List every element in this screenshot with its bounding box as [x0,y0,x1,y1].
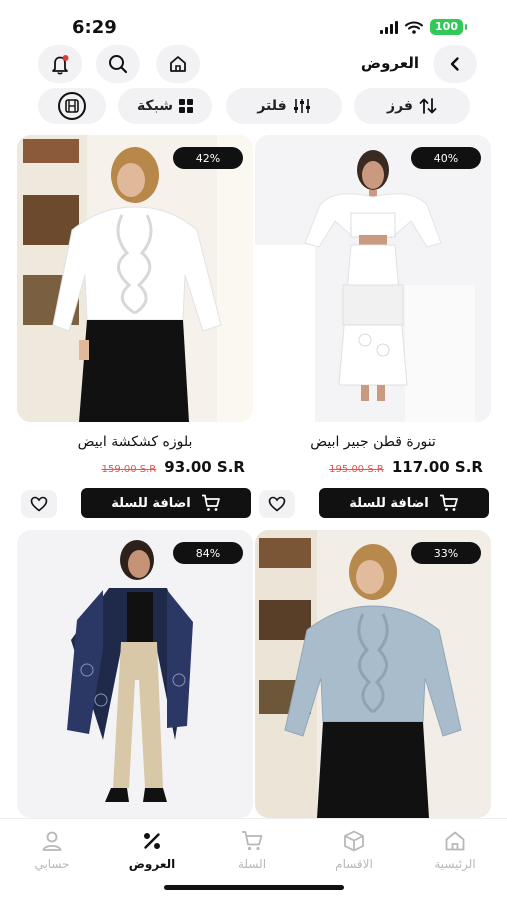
grid-icon [179,99,194,113]
product-photo-skirt [255,135,491,422]
discount-badge: 84% [173,542,243,564]
home-icon [170,56,186,72]
wifi-icon [405,21,424,34]
heart-icon [30,496,48,512]
home-button[interactable] [156,45,200,83]
filter-row: شبكة فلتر فرز [0,86,507,126]
current-price: 93.00 S.R [164,458,245,476]
add-to-cart-button[interactable]: اضافة للسلة [81,488,251,518]
add-to-cart-label: اضافة للسلة [349,495,429,511]
product-prices: 159.00 S.R 93.00 S.R [17,458,253,476]
tab-home[interactable]: الرئيسية [415,829,495,871]
tab-cart[interactable]: السلة [212,829,292,871]
product-image[interactable]: 40% [255,135,491,422]
tab-categories[interactable]: الاقسام [314,829,394,871]
grid-view-label: شبكة [136,98,174,114]
cart-icon [439,494,458,511]
status-icons: 100 [380,19,467,35]
sort-button[interactable]: فرز [354,88,470,124]
top-nav: العروض [0,44,507,84]
tab-label: السلة [237,857,267,871]
product-card[interactable]: 33% [255,530,491,818]
back-button[interactable] [433,45,477,83]
bell-icon [52,55,69,75]
product-photo-lace-kimono [17,530,253,818]
view-toggle-button[interactable] [38,88,106,124]
sort-arrows-icon [419,98,437,114]
filter-button[interactable]: فلتر [226,88,342,124]
cart-icon [201,494,220,511]
product-name[interactable]: بلوزه كشكشة ابيض [17,432,253,452]
tab-label: حسابي [34,857,70,871]
filter-label: فلتر [257,98,287,114]
film-view-icon [65,99,79,113]
status-bar: 6:29 100 [0,0,507,44]
chevron-left-icon [450,57,459,71]
status-time: 6:29 [72,17,117,38]
home-icon [445,831,465,851]
tab-offers[interactable]: العروض [112,829,192,871]
current-price: 117.00 S.R [391,458,483,476]
tab-label: الرئيسية [434,857,476,871]
search-icon [109,55,128,74]
product-image[interactable]: 33% [255,530,491,818]
tab-label: الاقسام [335,857,373,871]
product-photo-blue-blouse [255,530,491,818]
discount-badge: 33% [411,542,481,564]
percent-icon [144,833,160,849]
notification-dot [62,55,69,61]
discount-badge: 42% [173,147,243,169]
search-button[interactable] [96,45,140,83]
product-image[interactable]: 42% [17,135,253,422]
product-card[interactable]: 84% [17,530,253,818]
battery-indicator: 100 [430,19,467,35]
favorite-button[interactable] [259,490,295,518]
product-card[interactable]: 42% بلوزه كشكشة ابيض 159.00 S.R 93.00 S.… [17,135,253,522]
discount-badge: 40% [411,147,481,169]
box-icon [344,830,364,852]
product-card[interactable]: 40% تنورة قطن جبير ابيض 195.00 S.R 117.0… [255,135,491,522]
favorite-button[interactable] [21,490,57,518]
tab-label: العروض [128,857,176,871]
user-icon [42,831,62,851]
sort-label: فرز [387,98,413,114]
cart-icon [242,831,263,851]
product-image[interactable]: 84% [17,530,253,818]
product-actions: اضافة للسلة [17,488,253,522]
grid-view-button[interactable]: شبكة [118,88,212,124]
product-photo-blouse [17,135,253,422]
sliders-icon [293,99,310,113]
notifications-button[interactable] [38,45,82,83]
signal-icon [380,20,399,34]
product-actions: اضافة للسلة [255,488,491,522]
add-to-cart-button[interactable]: اضافة للسلة [319,488,489,518]
home-indicator [164,885,344,890]
old-price: 195.00 S.R [329,464,384,475]
old-price: 159.00 S.R [101,464,157,475]
product-name[interactable]: تنورة قطن جبير ابيض [255,432,491,452]
page-title: العروض [360,54,419,72]
tab-account[interactable]: حسابي [12,829,92,871]
heart-icon [268,496,286,512]
product-prices: 195.00 S.R 117.00 S.R [255,458,491,476]
add-to-cart-label: اضافة للسلة [111,495,191,511]
